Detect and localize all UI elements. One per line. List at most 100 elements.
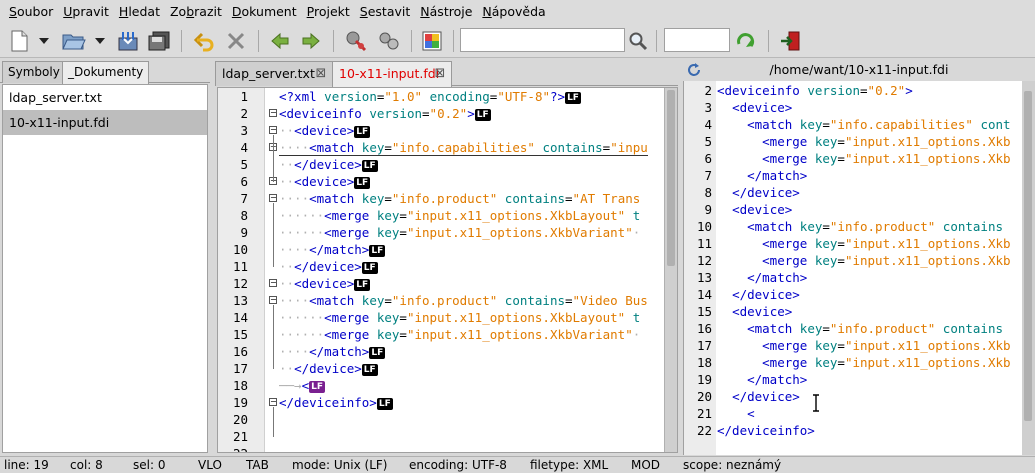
line-number-gutter: 1234567891011121314151617181920212223 <box>218 88 265 452</box>
status-encoding: encoding: UTF-8 <box>409 458 507 472</box>
line-number: 3 <box>240 123 248 138</box>
fold-line <box>273 305 274 369</box>
code-line: <merge key="input.x11_options.Xkb <box>762 134 1011 149</box>
open-file-icon <box>62 34 86 50</box>
sidebar-tabs: Symboly _Dokumenty <box>0 59 210 84</box>
code-line: <merge key="input.x11_options.Xkb <box>762 338 1011 353</box>
lf-marker: LF <box>361 160 378 172</box>
sidebar: Symboly _Dokumenty ldap_server.txt 10-x1… <box>0 59 210 455</box>
new-file-button[interactable] <box>6 28 32 54</box>
color-chooser-button[interactable] <box>418 28 446 54</box>
menu-napoveda[interactable]: Nápověda <box>477 0 550 24</box>
open-file-button[interactable] <box>60 28 88 54</box>
editor-vertical-scrollbar[interactable] <box>664 88 677 452</box>
preview-text[interactable]: 2 3 4 5 6 7 8 9 10 11 12 13 14 15 16 17 18 19 20 21 22 <devi… <box>683 81 1035 455</box>
scrollbar-thumb[interactable] <box>667 90 675 266</box>
tab-close-icon[interactable]: ⊠ <box>314 62 328 86</box>
line-number: 12 <box>696 253 712 268</box>
new-file-dropdown[interactable] <box>36 28 52 54</box>
code-editor[interactable]: 1234567891011121314151617181920212223 −−… <box>217 87 678 453</box>
fold-toggle-icon[interactable]: − <box>269 109 277 117</box>
line-number: 8 <box>704 185 712 200</box>
jump-icon <box>737 33 755 47</box>
menu-upravit[interactable]: Upravit <box>58 0 114 24</box>
tab-close-icon[interactable]: ⊠ <box>433 62 447 86</box>
code-line: ··</device> LF <box>279 259 378 274</box>
fold-toggle-icon[interactable]: − <box>269 279 277 287</box>
lf-marker: LF <box>369 347 386 359</box>
goto-line-button[interactable] <box>733 28 759 54</box>
code-line: <deviceinfo version="0.2"> <box>717 83 913 98</box>
code-line: <match key="info.capabilities" cont <box>747 117 1011 132</box>
line-number: 2 <box>704 83 712 98</box>
line-number: 6 <box>240 174 248 189</box>
status-vlo: VLO <box>198 458 222 472</box>
save-button[interactable] <box>115 28 141 54</box>
save-all-button[interactable] <box>145 28 173 54</box>
build-button[interactable] <box>374 28 404 54</box>
code-line: ··<device> LF <box>279 123 371 138</box>
line-number: 9 <box>240 225 248 240</box>
status-tab: TAB <box>246 458 269 472</box>
line-number: 18 <box>696 355 712 370</box>
line-number: 7 <box>704 168 712 183</box>
fold-toggle-icon[interactable]: − <box>269 194 277 202</box>
toolbar-separator <box>768 30 769 52</box>
menu-dokument[interactable]: Dokument <box>227 0 302 24</box>
menu-projekt[interactable]: Projekt <box>302 0 355 24</box>
code-line: <match key="info.product" contains <box>747 219 1004 234</box>
fold-margin[interactable]: −−+−−−−− <box>265 88 279 452</box>
search-input[interactable] <box>460 28 625 52</box>
preview-vertical-scrollbar[interactable] <box>1022 81 1035 455</box>
tab-ldap-server[interactable]: ldap_server.txt ⊠ <box>215 61 333 86</box>
fold-toggle-icon[interactable]: − <box>269 398 277 406</box>
menu-sestavit[interactable]: Sestavit <box>355 0 415 24</box>
lf-marker: LF <box>309 381 325 393</box>
menu-hledat[interactable]: Hledat <box>114 0 165 24</box>
tab-symbols[interactable]: Symboly <box>2 61 66 83</box>
code-line: </device> <box>732 287 800 302</box>
goto-line-input[interactable] <box>664 28 730 52</box>
code-line: ····</match> LF <box>279 242 386 257</box>
close-document-button[interactable] <box>222 28 250 54</box>
code-line: </match> <box>747 168 808 183</box>
fold-toggle-icon[interactable]: − <box>269 296 277 304</box>
code-line: ··<device> LF <box>279 276 371 291</box>
save-all-icon <box>148 31 170 51</box>
line-number: 16 <box>232 344 248 359</box>
code-line: ····</match> LF <box>279 344 386 359</box>
tab-documents[interactable]: _Dokumenty <box>62 61 150 84</box>
code-text[interactable]: <?xml version="1.0" encoding="UTF-8"?> LF… <box>279 88 664 452</box>
code-line: ····<match key="info.product" contains="… <box>279 293 648 308</box>
status-mode: mode: Unix (LF) <box>292 458 388 472</box>
lf-marker: LF <box>361 262 378 274</box>
code-line: < <box>747 406 755 421</box>
menu-soubor[interactable]: Soubor <box>4 0 58 24</box>
document-item-selected[interactable]: 10-x11-input.fdi <box>3 110 207 135</box>
scrollbar-thumb[interactable] <box>1024 91 1032 421</box>
tab-10-x11-input[interactable]: 10-x11-input.fdi ⊠ <box>332 61 452 87</box>
open-file-dropdown[interactable] <box>92 28 108 54</box>
fold-toggle-icon[interactable]: − <box>269 126 277 134</box>
code-line: ······<merge key="input.x11_options.XkbL… <box>279 310 641 325</box>
quit-button[interactable] <box>776 28 804 54</box>
navigate-forward-button[interactable] <box>297 28 325 54</box>
fold-line <box>273 203 274 267</box>
tab-label: ldap_server.txt <box>222 66 315 81</box>
dropdown-arrow-icon <box>39 38 49 44</box>
compile-button[interactable] <box>341 28 371 54</box>
lf-marker: LF <box>565 92 581 104</box>
status-sel: sel: 0 <box>133 458 166 472</box>
navigate-back-button[interactable] <box>266 28 294 54</box>
line-number: 21 <box>696 406 712 421</box>
revert-button[interactable] <box>190 28 218 54</box>
forward-icon <box>302 32 320 50</box>
editor-tabs: ldap_server.txt ⊠ 10-x11-input.fdi ⊠ <box>215 59 678 87</box>
document-item[interactable]: ldap_server.txt <box>3 85 207 110</box>
preview-code[interactable]: <deviceinfo version="0.2"> <device> <mat… <box>717 81 1023 455</box>
search-button[interactable] <box>626 28 650 54</box>
menu-nastroje[interactable]: Nástroje <box>415 0 477 24</box>
menu-zobrazit[interactable]: Zobrazit <box>165 0 227 24</box>
line-number: 4 <box>704 117 712 132</box>
line-number: 2 <box>240 106 248 121</box>
